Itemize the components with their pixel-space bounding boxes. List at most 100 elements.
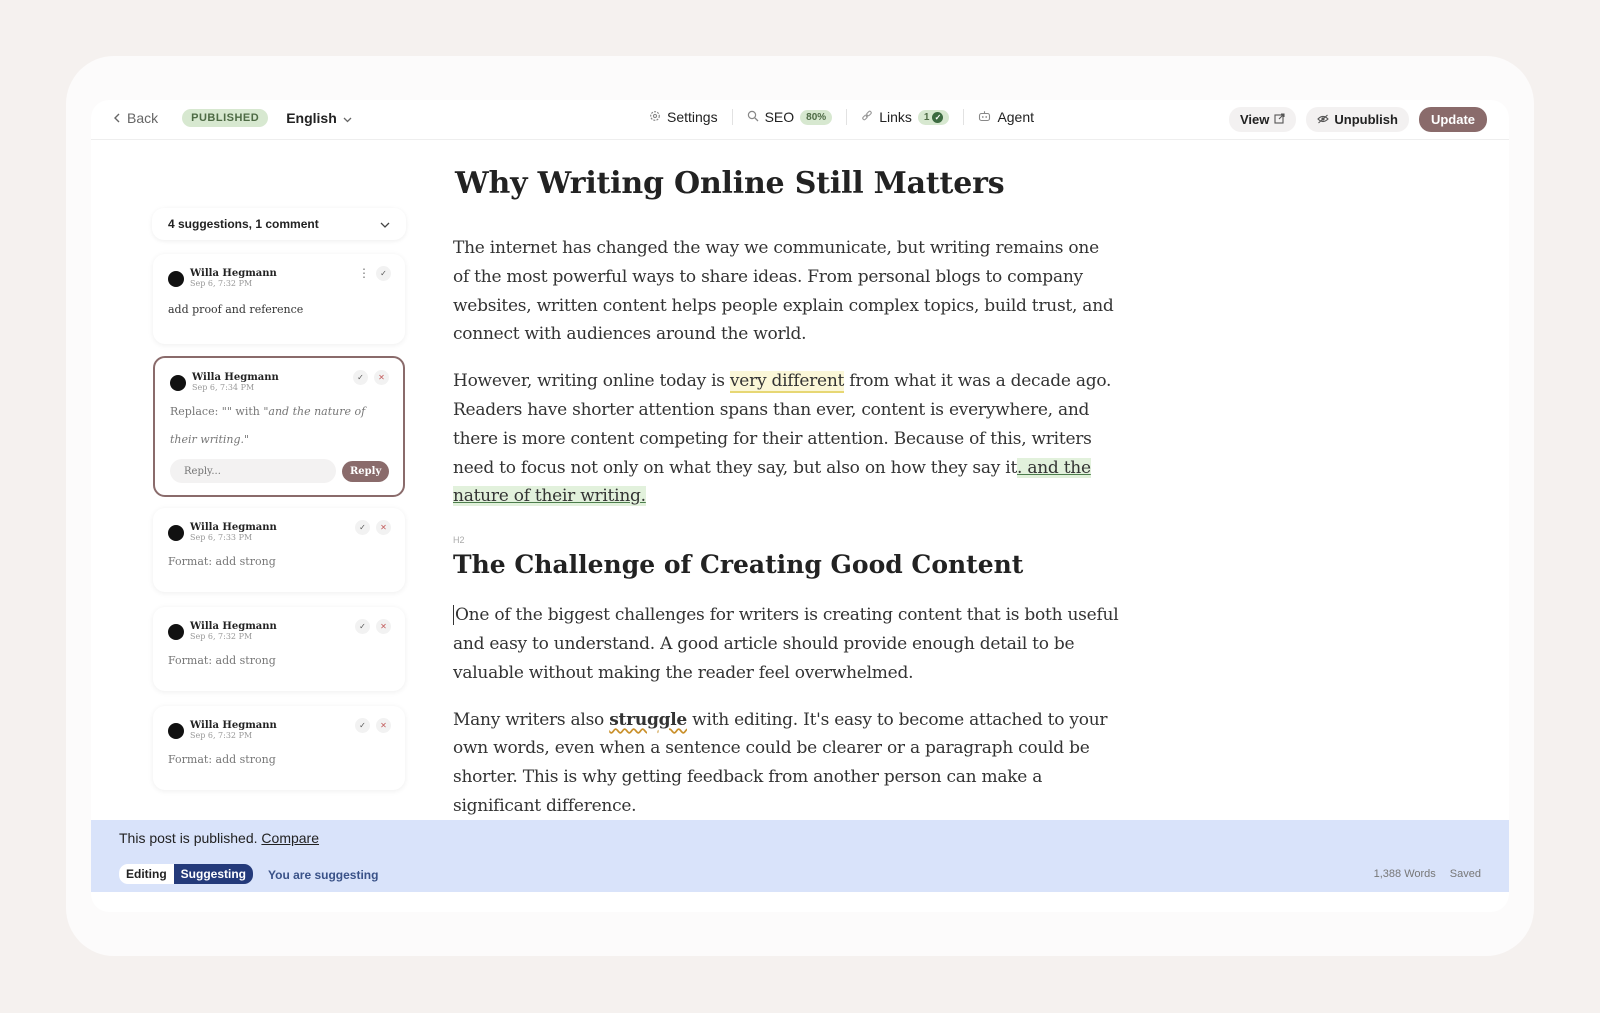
suggestion-text: Format: add strong <box>168 555 276 568</box>
status-badge: PUBLISHED <box>182 109 269 127</box>
suggestion-card[interactable]: Willa Hegmann Sep 6, 7:33 PM ✓ ✕ Format:… <box>153 508 405 592</box>
suggesting-status: You are suggesting <box>268 868 379 882</box>
text-run: Many writers also <box>453 709 610 730</box>
toolbar-divider <box>846 109 848 125</box>
comment-date: Sep 6, 7:33 PM <box>190 533 253 542</box>
check-circle-icon: ✓ <box>932 111 944 123</box>
reject-x-icon[interactable]: ✕ <box>376 718 391 733</box>
external-link-icon <box>1274 112 1285 127</box>
toolbar-divider <box>963 109 965 125</box>
paragraph[interactable]: The internet has changed the way we comm… <box>453 234 1119 349</box>
published-note-text: This post is published. <box>119 830 258 846</box>
text-run: One of the biggest challenges for writer… <box>453 605 1119 683</box>
links-button[interactable]: Links 1 ✓ <box>855 109 955 125</box>
mode-toggle: Editing Suggesting <box>119 864 254 884</box>
language-select[interactable]: English <box>286 110 352 126</box>
mode-editing-tab[interactable]: Editing <box>119 864 174 884</box>
search-icon <box>747 109 759 125</box>
gear-icon <box>649 109 661 125</box>
back-label: Back <box>127 110 159 126</box>
view-button[interactable]: View <box>1229 107 1297 132</box>
comment-text: add proof and reference <box>168 303 304 316</box>
seo-score-badge: 80% <box>800 109 833 125</box>
agent-label: Agent <box>997 109 1035 125</box>
suggestion-text: Format: add strong <box>168 654 276 667</box>
link-icon <box>861 109 873 125</box>
links-count-badge: 1 ✓ <box>917 109 950 125</box>
author-name: Willa Hegmann <box>190 522 277 533</box>
accept-check-icon[interactable]: ✓ <box>353 370 368 385</box>
comment-highlight[interactable]: very different <box>729 371 844 394</box>
section-heading[interactable]: The Challenge of Creating Good Content <box>453 547 1119 583</box>
paragraph[interactable]: Many writers also struggle with editing.… <box>453 706 1119 821</box>
format-suggestion-word[interactable]: struggle <box>609 710 687 730</box>
suggestion-prefix: Replace: "" with <box>170 405 264 418</box>
suggestion-text: Replace: "" with "and the nature of thei… <box>170 398 392 454</box>
published-note: This post is published. Compare <box>119 830 319 846</box>
resolve-check-icon[interactable]: ✓ <box>376 266 391 281</box>
status-footer: This post is published. Compare Editing … <box>91 820 1509 892</box>
reject-x-icon[interactable]: ✕ <box>374 370 389 385</box>
suggestion-card[interactable]: Willa Hegmann Sep 6, 7:32 PM ✓ ✕ Format:… <box>153 607 405 691</box>
avatar <box>170 375 186 391</box>
eye-off-icon <box>1317 112 1330 127</box>
seo-button[interactable]: SEO 80% <box>741 109 839 125</box>
suggestion-card[interactable]: Willa Hegmann Sep 6, 7:32 PM ✓ ✕ Format:… <box>153 706 405 790</box>
suggestions-summary-label: 4 suggestions, 1 comment <box>168 217 319 231</box>
article-editor[interactable]: Why Writing Online Still Matters The int… <box>453 160 1119 821</box>
avatar <box>168 525 184 541</box>
seo-label: SEO <box>764 109 795 125</box>
compare-link[interactable]: Compare <box>261 830 319 846</box>
chevron-left-icon <box>113 110 121 126</box>
view-label: View <box>1240 112 1270 127</box>
paragraph[interactable]: However, writing online today is very di… <box>453 367 1119 511</box>
chevron-down-icon <box>380 217 390 231</box>
unpublish-button[interactable]: Unpublish <box>1306 107 1409 132</box>
links-label: Links <box>879 109 912 125</box>
unpublish-label: Unpublish <box>1334 112 1398 127</box>
author-name: Willa Hegmann <box>190 621 277 632</box>
suggestion-text: Format: add strong <box>168 753 276 766</box>
text-run: However, writing online today is <box>453 371 730 392</box>
paragraph[interactable]: One of the biggest challenges for writer… <box>453 601 1119 687</box>
comment-date: Sep 6, 7:32 PM <box>190 632 253 641</box>
update-button[interactable]: Update <box>1418 107 1487 132</box>
reject-x-icon[interactable]: ✕ <box>376 520 391 535</box>
reply-button[interactable]: Reply <box>342 460 390 482</box>
comment-card[interactable]: Willa Hegmann Sep 6, 7:32 PM ⋮ ✓ add pro… <box>153 254 405 344</box>
article-title[interactable]: Why Writing Online Still Matters <box>455 160 1119 208</box>
agent-button[interactable]: Agent <box>972 109 1040 125</box>
links-count: 1 <box>923 111 930 123</box>
more-options-icon[interactable]: ⋮ <box>358 266 370 281</box>
toolbar-divider <box>731 109 733 125</box>
word-count: 1,388 Words <box>1373 868 1436 880</box>
settings-button[interactable]: Settings <box>643 109 724 125</box>
author-name: Willa Hegmann <box>190 720 277 731</box>
suggestion-card-active[interactable]: Willa Hegmann Sep 6, 7:34 PM ✓ ✕ Replace… <box>153 356 405 497</box>
editor-app: Back PUBLISHED English Settings SEO 80% … <box>91 100 1509 912</box>
avatar <box>168 624 184 640</box>
chevron-down-icon <box>343 110 352 126</box>
author-name: Willa Hegmann <box>190 268 277 279</box>
back-button[interactable]: Back <box>113 110 158 126</box>
heading-level-tag: H2 <box>453 535 465 546</box>
text-cursor <box>453 605 454 626</box>
robot-icon <box>978 109 991 125</box>
save-status: Saved <box>1449 868 1481 880</box>
settings-label: Settings <box>667 109 718 125</box>
comment-date: Sep 6, 7:32 PM <box>190 731 253 740</box>
comment-date: Sep 6, 7:32 PM <box>190 279 253 288</box>
language-label: English <box>286 110 337 126</box>
reject-x-icon[interactable]: ✕ <box>376 619 391 634</box>
accept-check-icon[interactable]: ✓ <box>355 520 370 535</box>
accept-check-icon[interactable]: ✓ <box>355 718 370 733</box>
mode-suggesting-tab[interactable]: Suggesting <box>173 864 254 884</box>
avatar <box>168 271 184 287</box>
suggestions-summary-dropdown[interactable]: 4 suggestions, 1 comment <box>152 208 406 240</box>
reply-input[interactable] <box>170 459 336 483</box>
accept-check-icon[interactable]: ✓ <box>355 619 370 634</box>
avatar <box>168 723 184 739</box>
author-name: Willa Hegmann <box>192 372 279 383</box>
document-stats: 1,388 Words Saved <box>1374 868 1481 880</box>
top-toolbar: Back PUBLISHED English Settings SEO 80% … <box>91 100 1509 140</box>
